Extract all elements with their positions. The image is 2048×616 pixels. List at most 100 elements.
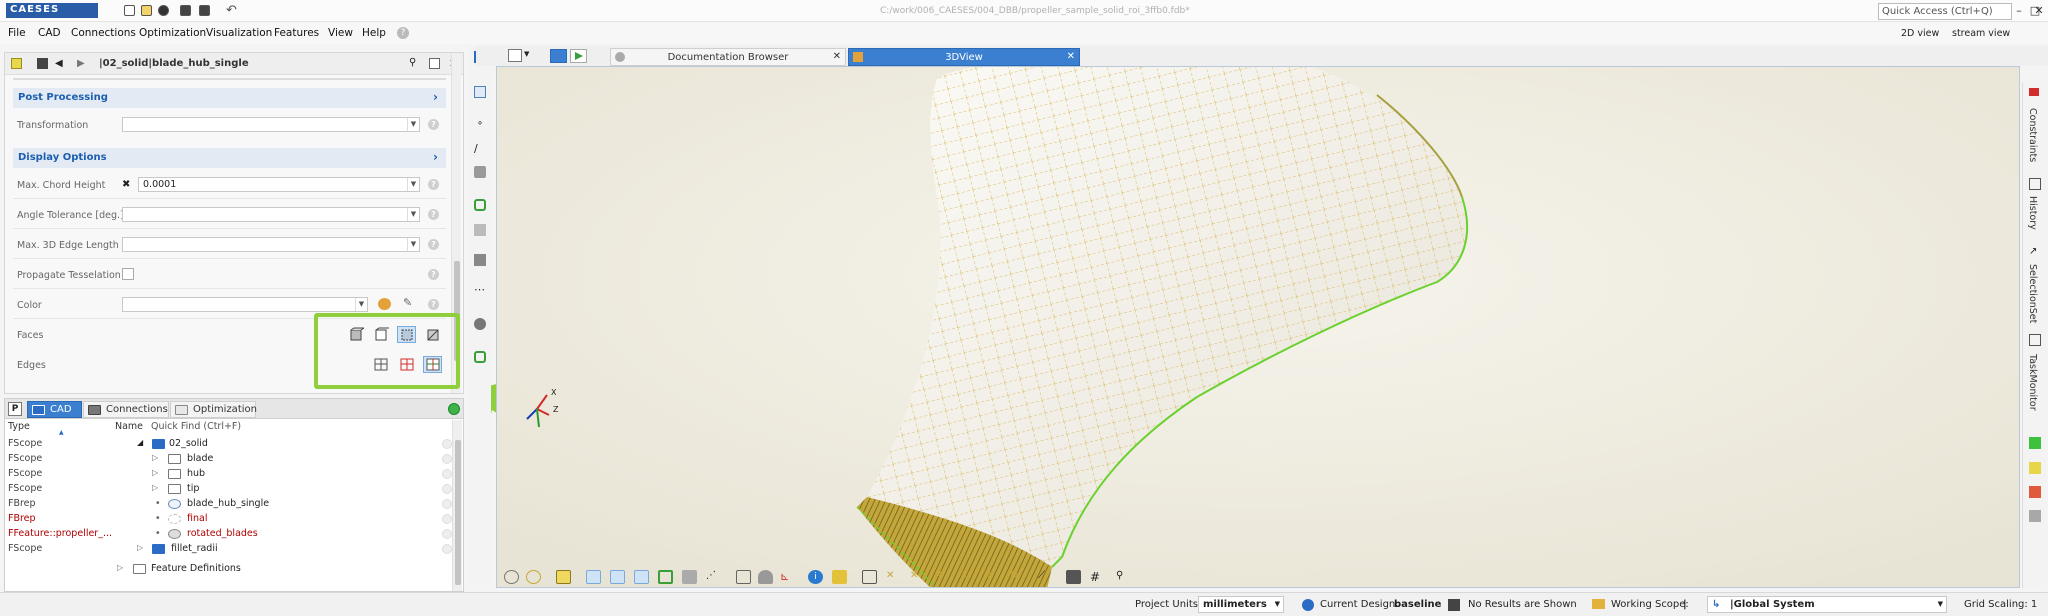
tab-cad[interactable]: CAD bbox=[27, 401, 82, 418]
tab-documentation-browser[interactable]: Documentation Browser ✕ bbox=[610, 48, 846, 66]
tab-3dview[interactable]: 3DView ✕ bbox=[848, 48, 1080, 66]
measure-icon[interactable]: ⋯ bbox=[474, 284, 486, 296]
help-icon[interactable]: ? bbox=[428, 299, 439, 310]
analysis-icon[interactable] bbox=[474, 318, 486, 330]
tab-connections[interactable]: Connections bbox=[83, 401, 169, 418]
select-icon[interactable] bbox=[474, 86, 486, 98]
offset-surface-icon[interactable] bbox=[474, 224, 486, 236]
stop-icon[interactable] bbox=[37, 58, 48, 69]
save-icon[interactable] bbox=[180, 5, 191, 16]
search-icon[interactable]: ⚲ bbox=[409, 58, 420, 69]
status-green-icon[interactable] bbox=[2029, 437, 2041, 449]
chevron-down-icon[interactable]: ▼ bbox=[1275, 600, 1280, 608]
feature-icon[interactable] bbox=[474, 351, 486, 363]
show-surfaces-icon[interactable] bbox=[634, 570, 649, 584]
3d-viewport[interactable]: X Z bbox=[496, 66, 2020, 588]
chevron-down-icon[interactable]: ▼ bbox=[355, 298, 367, 311]
stream-view-button[interactable]: stream view bbox=[1952, 28, 2010, 39]
layout-icon[interactable] bbox=[508, 49, 522, 62]
snap-icon[interactable] bbox=[504, 570, 519, 584]
green-surface-icon[interactable] bbox=[474, 199, 486, 211]
menu-visualization[interactable]: Visualization bbox=[206, 27, 272, 39]
new-file-icon[interactable] bbox=[124, 5, 135, 16]
clear-value-icon[interactable]: ✖ bbox=[122, 179, 133, 190]
visibility-icon[interactable] bbox=[442, 484, 452, 494]
zoom-icon[interactable]: ⚲ bbox=[1116, 570, 1131, 584]
undo-icon[interactable]: ↶ bbox=[226, 3, 237, 18]
tree-row[interactable]: FFeature::propeller_... • rotated_blades bbox=[5, 527, 453, 542]
color-field[interactable]: ▼ bbox=[122, 297, 368, 312]
point-icon[interactable]: ∘ bbox=[474, 118, 486, 130]
tree-row[interactable]: FBrep • blade_hub_single bbox=[5, 497, 453, 512]
menu-features[interactable]: Features bbox=[274, 27, 319, 39]
status-red-icon[interactable] bbox=[2029, 486, 2041, 498]
help-icon[interactable]: ? bbox=[428, 269, 439, 280]
expand-icon[interactable]: ▷ bbox=[152, 483, 158, 492]
copy-icon[interactable] bbox=[429, 58, 440, 69]
quick-find-input[interactable]: Quick Find (Ctrl+F) bbox=[151, 421, 241, 432]
help-icon[interactable]: ? bbox=[428, 179, 439, 190]
iso-view-icon[interactable] bbox=[862, 570, 877, 584]
show-breps-icon[interactable] bbox=[682, 570, 697, 584]
expand-icon[interactable]: ▷ bbox=[137, 543, 143, 552]
measure-tool-icon[interactable]: ⟋ bbox=[1038, 570, 1053, 584]
pin-icon[interactable] bbox=[11, 58, 22, 69]
view-xz-icon[interactable]: ✕ bbox=[910, 570, 925, 584]
tree-row[interactable]: FScope ▷ tip bbox=[5, 482, 453, 497]
color-palette-icon[interactable] bbox=[378, 298, 391, 310]
rotate-x-icon[interactable]: ↻ bbox=[962, 570, 977, 584]
close-window-icon[interactable]: ✕ bbox=[2032, 4, 2046, 18]
show-features-icon[interactable] bbox=[658, 570, 673, 584]
chevron-down-icon[interactable]: ▼ bbox=[1938, 600, 1943, 608]
expand-icon[interactable]: ▷ bbox=[152, 468, 158, 477]
tree-row[interactable]: FScope ▷ hub bbox=[5, 467, 453, 482]
p-toggle-button[interactable]: P bbox=[8, 402, 22, 416]
chord-height-field[interactable]: 0.0001 ▼ bbox=[138, 177, 420, 192]
menu-help[interactable]: Help bbox=[362, 27, 386, 39]
tree-scrollbar[interactable] bbox=[452, 420, 462, 591]
current-design-value[interactable]: baseline bbox=[1394, 599, 1441, 610]
show-points-icon[interactable] bbox=[586, 570, 601, 584]
menu-connections[interactable]: Connections bbox=[71, 27, 136, 39]
menu-optimization[interactable]: Optimization bbox=[139, 27, 206, 39]
tree-row[interactable]: ▷ Feature Definitions bbox=[5, 562, 453, 577]
column-name[interactable]: Name bbox=[115, 421, 143, 432]
refresh-icon[interactable] bbox=[448, 403, 460, 415]
visibility-icon[interactable] bbox=[442, 469, 452, 479]
coordinate-system-select[interactable]: ↳ |Global System ▼ bbox=[1707, 596, 1947, 613]
constraints-icon[interactable] bbox=[2029, 88, 2039, 96]
brep-tool-icon[interactable] bbox=[474, 254, 486, 266]
show-measures-icon[interactable]: ⋰ bbox=[706, 570, 721, 584]
highlight-icon[interactable] bbox=[556, 570, 571, 584]
rotate-z-icon[interactable]: ↻ bbox=[1010, 570, 1025, 584]
curve-icon[interactable]: ∕ bbox=[474, 143, 486, 155]
selection-icon[interactable]: ↗ bbox=[2029, 246, 2041, 258]
help-icon[interactable]: ? bbox=[428, 119, 439, 130]
results-status[interactable]: No Results are Shown bbox=[1468, 599, 1577, 610]
tab-optimization[interactable]: Optimization bbox=[170, 401, 257, 418]
save-as-icon[interactable] bbox=[199, 5, 210, 16]
view-xy-icon[interactable]: ✕ bbox=[886, 570, 901, 584]
grid-icon[interactable]: # bbox=[1090, 570, 1105, 584]
status-yellow-icon[interactable] bbox=[2029, 462, 2041, 474]
surface-icon[interactable] bbox=[474, 166, 486, 178]
sidebar-constraints[interactable]: Constraints bbox=[2027, 108, 2038, 162]
screenshot-icon[interactable] bbox=[1066, 570, 1081, 584]
help-icon[interactable]: ? bbox=[428, 209, 439, 220]
folder-view-icon[interactable] bbox=[550, 49, 567, 63]
view-2d-button[interactable]: 2D view bbox=[1901, 28, 1939, 39]
column-type[interactable]: Type bbox=[8, 421, 30, 432]
camera-target-icon[interactable] bbox=[526, 570, 541, 584]
tree-row[interactable]: FScope ◢ 02_solid bbox=[5, 437, 453, 452]
section-post-processing[interactable]: Post Processing › bbox=[13, 88, 446, 108]
help-icon[interactable]: ? bbox=[428, 239, 439, 250]
chevron-down-icon[interactable]: ▼ bbox=[407, 118, 419, 131]
grid-view-icon[interactable] bbox=[736, 570, 751, 584]
visibility-icon[interactable] bbox=[442, 544, 452, 554]
view-yz-icon[interactable]: ✕ bbox=[934, 570, 949, 584]
tree-row[interactable]: FBrep • final bbox=[5, 512, 453, 527]
show-curves-icon[interactable] bbox=[610, 570, 625, 584]
chevron-down-icon[interactable]: ▼ bbox=[524, 50, 529, 58]
visibility-icon[interactable] bbox=[442, 529, 452, 539]
close-tab-icon[interactable]: ✕ bbox=[1067, 51, 1075, 62]
